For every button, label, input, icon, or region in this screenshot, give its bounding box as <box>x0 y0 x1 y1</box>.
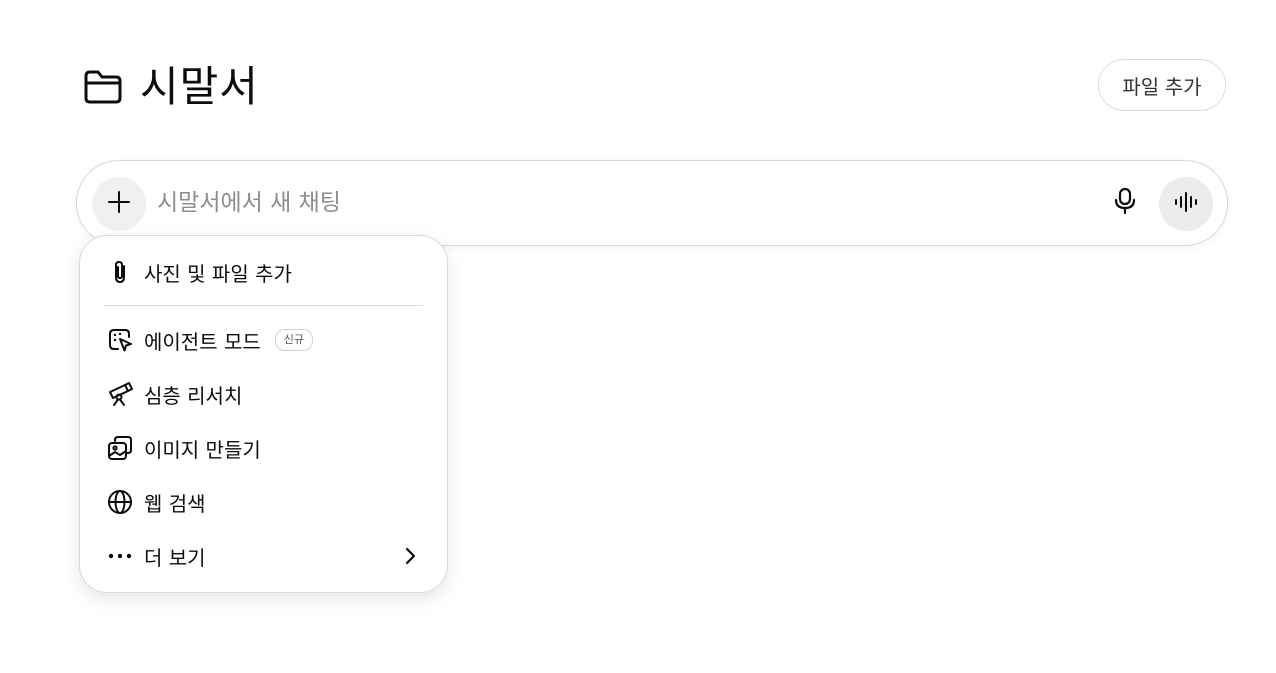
chat-composer <box>76 160 1228 246</box>
globe-icon <box>106 488 134 516</box>
menu-item-more[interactable]: 더 보기 <box>94 533 434 579</box>
folder-icon <box>82 66 124 108</box>
menu-item-web-search[interactable]: 웹 검색 <box>94 479 434 525</box>
agent-cursor-icon <box>106 326 134 354</box>
new-badge: 신규 <box>274 329 314 351</box>
page-title: 시말서 <box>140 62 259 111</box>
plus-icon <box>107 190 131 218</box>
menu-item-add-photos-files[interactable]: 사진 및 파일 추가 <box>94 249 434 295</box>
add-files-button[interactable]: 파일 추가 <box>1098 59 1226 111</box>
menu-item-label: 이미지 만들기 <box>144 437 261 462</box>
project-page: 시말서 파일 추가 시말서에서 새 채팅 사진 및 파일 추가 에이전트 모드 … <box>0 0 1276 673</box>
menu-item-agent-mode[interactable]: 에이전트 모드 신규 <box>94 317 434 363</box>
menu-divider <box>104 305 423 306</box>
chevron-right-icon <box>400 546 420 566</box>
menu-item-label: 사진 및 파일 추가 <box>144 261 292 286</box>
menu-item-label: 에이전트 모드 <box>144 329 261 354</box>
more-dots-icon <box>106 542 134 570</box>
menu-item-create-image[interactable]: 이미지 만들기 <box>94 425 434 471</box>
page-header: 시말서 <box>82 58 259 116</box>
menu-item-deep-research[interactable]: 심층 리서치 <box>94 371 434 417</box>
menu-item-label: 심층 리서치 <box>144 383 243 408</box>
image-create-icon <box>106 434 134 462</box>
menu-item-label: 더 보기 <box>144 545 206 570</box>
telescope-icon <box>106 380 134 408</box>
add-button[interactable] <box>92 177 146 231</box>
voice-mode-button[interactable] <box>1159 177 1213 231</box>
menu-item-label: 웹 검색 <box>144 491 206 516</box>
voice-waveform-icon <box>1174 192 1198 216</box>
dictation-button[interactable] <box>1107 185 1143 221</box>
paperclip-icon <box>106 258 134 286</box>
composer-tools-menu: 사진 및 파일 추가 에이전트 모드 신규 심층 리서치 이미지 만들기 웹 검… <box>79 235 448 593</box>
chat-input[interactable] <box>157 183 1057 223</box>
microphone-icon <box>1114 187 1136 219</box>
